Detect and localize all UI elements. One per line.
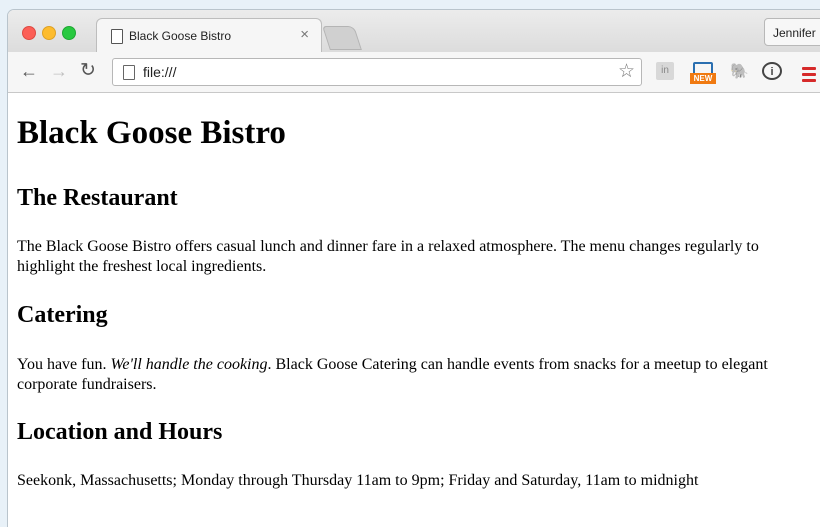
page-title: Black Goose Bistro bbox=[17, 115, 286, 151]
address-bar[interactable]: file:/// ☆ bbox=[112, 58, 642, 86]
catering-emphasis: We'll handle the cooking bbox=[110, 356, 268, 373]
info-extension-icon[interactable]: i bbox=[762, 62, 782, 80]
new-tab-button[interactable] bbox=[322, 26, 362, 50]
linkedin-extension-icon[interactable]: in bbox=[656, 62, 674, 80]
section-body-location: Seekonk, Massachusetts; Monday through T… bbox=[17, 472, 699, 489]
page-document-icon bbox=[123, 65, 135, 80]
reload-icon[interactable]: ↻ bbox=[80, 61, 96, 81]
forward-arrow-icon[interactable]: → bbox=[50, 61, 68, 81]
profile-button[interactable]: Jennifer bbox=[764, 18, 820, 46]
section-heading-catering: Catering bbox=[17, 302, 108, 328]
browser-tab[interactable]: Black Goose Bistro × bbox=[96, 18, 322, 53]
tab-close-icon[interactable]: × bbox=[300, 26, 309, 43]
section-heading-location: Location and Hours bbox=[17, 419, 223, 445]
section-body-catering: You have fun. We'll handle the cooking. … bbox=[17, 355, 817, 395]
new-extension-icon[interactable]: NEW bbox=[690, 62, 716, 84]
tab-title: Black Goose Bistro bbox=[129, 29, 232, 43]
url-text[interactable]: file:/// bbox=[143, 64, 176, 80]
back-arrow-icon[interactable]: ← bbox=[20, 61, 38, 81]
evernote-extension-icon[interactable]: 🐘 bbox=[730, 62, 749, 82]
document-icon bbox=[111, 29, 123, 44]
new-badge: NEW bbox=[690, 73, 716, 84]
browser-toolbar: ← → ↻ file:/// ☆ in NEW 🐘 i bbox=[8, 52, 820, 93]
section-body-restaurant: The Black Goose Bistro offers casual lun… bbox=[17, 238, 759, 275]
minimize-window-button[interactable] bbox=[42, 26, 56, 40]
star-icon[interactable]: ☆ bbox=[618, 60, 635, 83]
zoom-window-button[interactable] bbox=[62, 26, 76, 40]
hamburger-menu-icon[interactable] bbox=[802, 67, 816, 85]
close-window-button[interactable] bbox=[22, 26, 36, 40]
section-heading-restaurant: The Restaurant bbox=[17, 185, 178, 211]
page-content: Black Goose Bistro The Restaurant The Bl… bbox=[8, 93, 820, 527]
catering-text-start: You have fun. bbox=[17, 356, 111, 373]
browser-window: Black Goose Bistro × Jennifer ← → ↻ file… bbox=[8, 10, 820, 527]
title-bar: Black Goose Bistro × Jennifer bbox=[8, 10, 820, 53]
